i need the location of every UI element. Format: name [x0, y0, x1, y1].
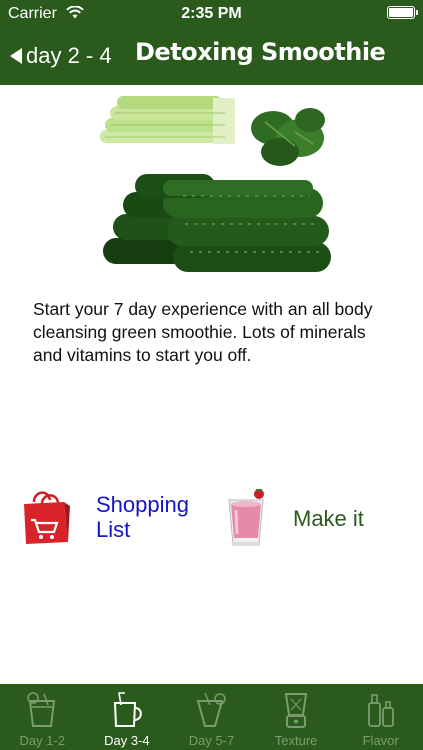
- smoothie-description: Start your 7 day experience with an all …: [33, 299, 373, 365]
- tab-day-3-4[interactable]: Day 3-4: [85, 684, 170, 750]
- smoothie-glass-icon: [228, 489, 264, 546]
- tab-flavor[interactable]: Flavor: [338, 684, 423, 750]
- tab-texture[interactable]: Texture: [254, 684, 339, 750]
- tab-label: Day 5-7: [188, 733, 235, 748]
- make-it-label: Make it: [293, 506, 364, 531]
- celery-image: [100, 96, 235, 144]
- tab-label: Flavor: [362, 733, 399, 748]
- header: Carrier 2:35 PM day 2 - 4 Detoxing Smoot…: [0, 0, 423, 85]
- shopping-bag-icon: [24, 491, 70, 544]
- tab-label: Texture: [274, 733, 318, 748]
- spinach-image: [251, 108, 325, 166]
- mug-straw-icon: [113, 692, 142, 727]
- tab-label: Day 3-4: [104, 733, 150, 748]
- blender-icon: [284, 693, 308, 728]
- back-button-label: day 2 - 4: [26, 43, 112, 68]
- page-title: Detoxing Smoothie: [135, 38, 386, 66]
- cucumbers-image: [103, 174, 331, 272]
- battery-icon: [387, 6, 418, 19]
- juice-glass-icon: [27, 692, 56, 727]
- ingredients-image: [100, 96, 331, 272]
- shopping-list-button[interactable]: Shopping List: [20, 488, 206, 546]
- back-arrow-icon: [10, 48, 22, 64]
- tab-bar: Day 1-2 Day 3-4 Day 5-7 Texture Flavor: [0, 684, 423, 750]
- make-it-button[interactable]: Make it: [223, 488, 364, 550]
- clock: 2:35 PM: [181, 5, 242, 22]
- tab-day-5-7[interactable]: Day 5-7: [169, 684, 254, 750]
- tab-day-1-2[interactable]: Day 1-2: [0, 684, 85, 750]
- shopping-list-label: Shopping List: [96, 492, 189, 542]
- status-bar: Carrier 2:35 PM: [0, 0, 423, 28]
- back-button[interactable]: day 2 - 4: [10, 40, 112, 72]
- bottles-icon: [367, 694, 394, 727]
- tab-label: Day 1-2: [19, 733, 66, 748]
- cocktail-glass-icon: [197, 692, 227, 727]
